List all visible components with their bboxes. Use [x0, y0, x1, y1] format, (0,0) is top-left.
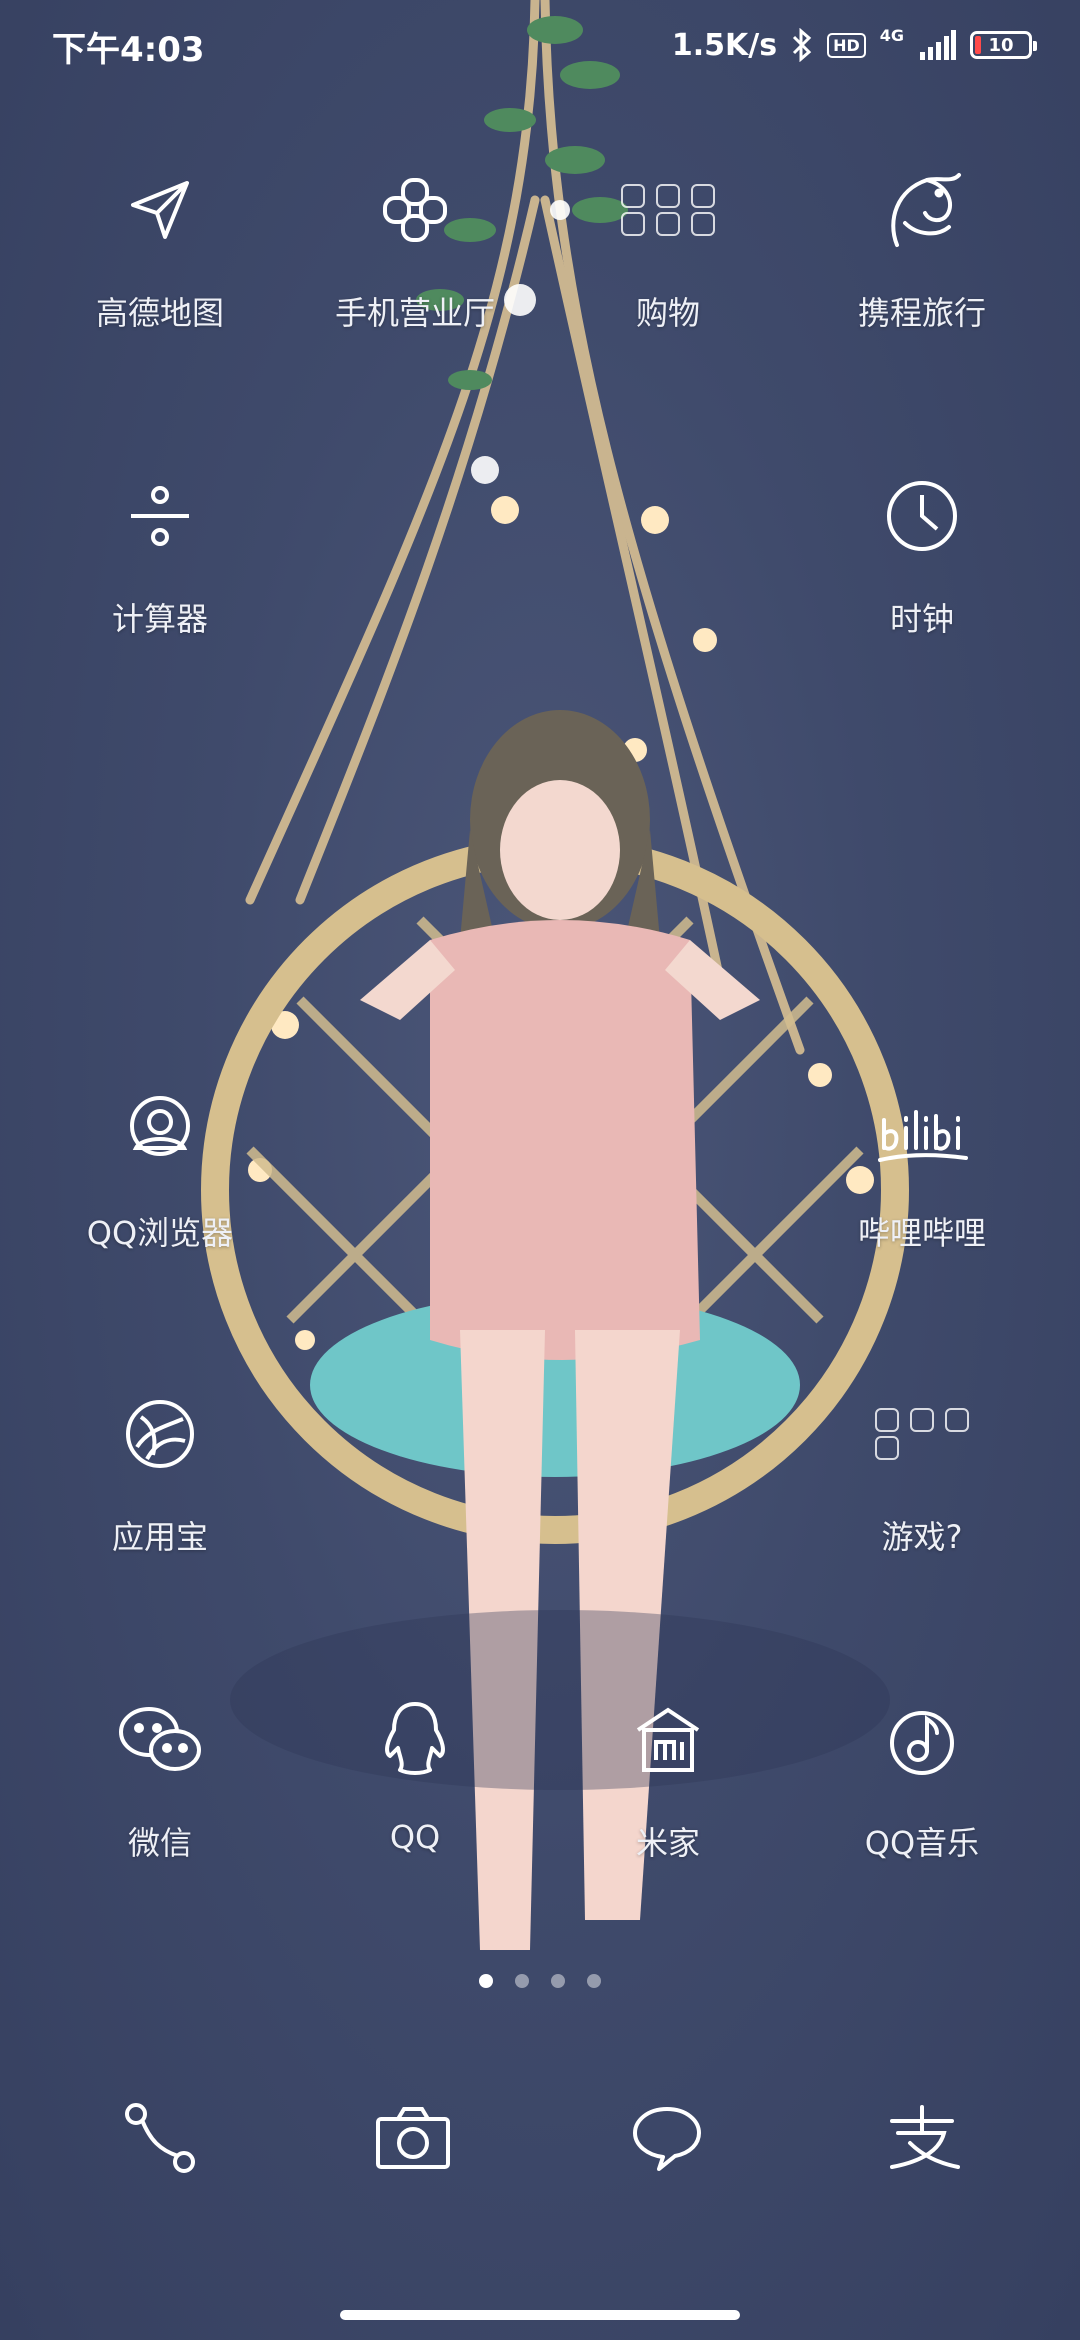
folder-icon: [618, 160, 718, 260]
bilibili-logo-icon: [872, 1080, 972, 1180]
app-label: 高德地图: [95, 294, 224, 332]
app-label: 计算器: [111, 600, 208, 638]
app-label: 游戏?: [881, 1518, 963, 1556]
app-label: 手机营业厅: [334, 294, 495, 332]
status-bar: 下午4:03 1.5K/s HD 4G 10: [0, 0, 1080, 90]
qq-browser-icon: [110, 1080, 210, 1180]
status-icons: 1.5K/s HD 4G 10: [671, 22, 1037, 68]
hd-badge: HD: [827, 32, 866, 58]
battery-fill: [975, 36, 981, 54]
folder-icon: [872, 1384, 972, 1484]
phone-icon: [122, 2100, 198, 2180]
bluetooth-icon: [791, 28, 813, 62]
home-indicator[interactable]: [340, 2310, 740, 2320]
network-speed: 1.5K/s: [671, 27, 778, 63]
dock-camera[interactable]: [363, 2090, 463, 2190]
app-bilibili[interactable]: 哔哩哔哩: [802, 1080, 1042, 1254]
app-ctrip[interactable]: 携程旅行: [802, 160, 1042, 334]
app-qq-browser[interactable]: QQ浏览器: [40, 1080, 280, 1254]
china-unicom-knot-icon: [365, 160, 465, 260]
battery-icon: 10: [970, 31, 1037, 59]
page-dot[interactable]: [551, 1974, 565, 1988]
divide-icon: [110, 466, 210, 566]
app-wechat[interactable]: 微信: [40, 1690, 280, 1864]
dolphin-icon: [872, 160, 972, 260]
app-label: QQ: [389, 1818, 441, 1856]
page-indicator[interactable]: [0, 1974, 1080, 1988]
mi-home-icon: [618, 1690, 718, 1790]
wechat-icon: [110, 1690, 210, 1790]
signal-icon: [918, 30, 956, 60]
dock-alipay[interactable]: [872, 2090, 972, 2190]
page-dot[interactable]: [515, 1974, 529, 1988]
message-icon: [629, 2103, 705, 2177]
app-label: QQ浏览器: [86, 1214, 234, 1252]
navigation-arrow-icon: [110, 160, 210, 260]
app-label: 携程旅行: [857, 294, 986, 332]
dock-phone[interactable]: [110, 2090, 210, 2190]
app-store-icon: [110, 1384, 210, 1484]
app-unicom[interactable]: 手机营业厅: [295, 160, 535, 334]
app-games-folder[interactable]: 游戏?: [802, 1384, 1042, 1558]
alipay-icon: [882, 2103, 962, 2177]
app-amap[interactable]: 高德地图: [40, 160, 280, 334]
app-calculator[interactable]: 计算器: [40, 466, 280, 640]
app-label: 米家: [635, 1824, 700, 1862]
battery-level: 10: [988, 34, 1014, 56]
app-qq-music[interactable]: QQ音乐: [802, 1690, 1042, 1864]
page-dot[interactable]: [479, 1974, 493, 1988]
clock-icon: [872, 466, 972, 566]
app-shopping-folder[interactable]: 购物: [548, 160, 788, 334]
app-label: QQ音乐: [864, 1824, 980, 1862]
app-app-store[interactable]: 应用宝: [40, 1384, 280, 1558]
app-label: 微信: [127, 1824, 192, 1862]
qq-music-icon: [872, 1690, 972, 1790]
app-label: 应用宝: [111, 1518, 208, 1556]
app-label: 时钟: [889, 600, 954, 638]
app-qq[interactable]: QQ: [295, 1690, 535, 1856]
dock-messages[interactable]: [617, 2090, 717, 2190]
app-label: 购物: [635, 294, 700, 332]
app-label: 哔哩哔哩: [857, 1214, 986, 1252]
camera-icon: [374, 2105, 452, 2175]
status-time: 下午4:03: [52, 30, 205, 70]
app-clock[interactable]: 时钟: [802, 466, 1042, 640]
qq-penguin-icon: [365, 1690, 465, 1790]
page-dot[interactable]: [587, 1974, 601, 1988]
app-mi-home[interactable]: 米家: [548, 1690, 788, 1864]
network-type: 4G: [879, 25, 904, 45]
